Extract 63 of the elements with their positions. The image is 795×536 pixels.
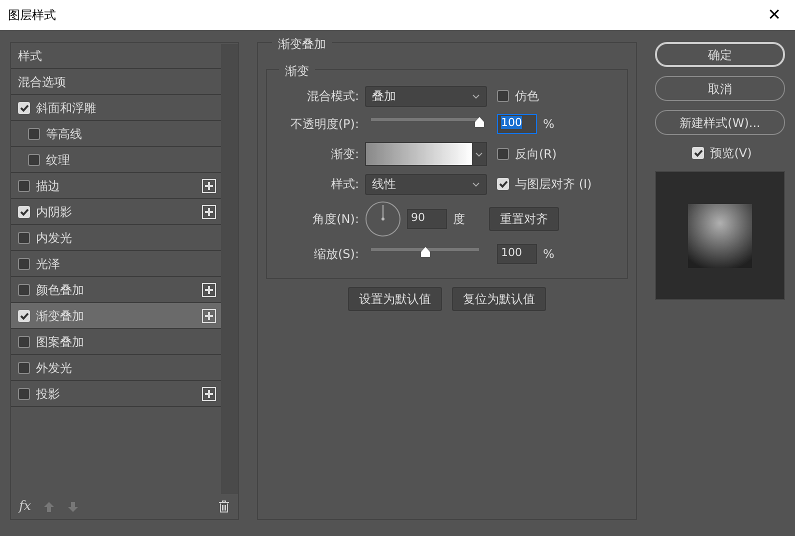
- style-list-item[interactable]: 等高线: [11, 121, 221, 147]
- chevron-down-icon: [472, 182, 480, 186]
- style-list-item[interactable]: 光泽: [11, 251, 221, 277]
- unit-label: %: [543, 246, 554, 263]
- chevron-down-icon: [475, 152, 483, 156]
- dialog-button[interactable]: 确定: [655, 42, 785, 67]
- style-list-item[interactable]: 内发光: [11, 225, 221, 251]
- unit-label: 度: [453, 211, 465, 228]
- style-list-item[interactable]: 图案叠加: [11, 329, 221, 355]
- checkbox[interactable]: [18, 362, 30, 374]
- checkbox[interactable]: [497, 148, 509, 160]
- slider-thumb[interactable]: [420, 247, 431, 257]
- add-icon[interactable]: [202, 386, 216, 400]
- checkbox[interactable]: [18, 336, 30, 348]
- gradient-picker[interactable]: [365, 142, 487, 166]
- chevron-down-icon: [472, 94, 480, 98]
- angle-dial[interactable]: [365, 201, 401, 237]
- number-field[interactable]: 90: [407, 209, 447, 229]
- add-icon[interactable]: [202, 178, 216, 192]
- dropdown[interactable]: 叠加: [365, 86, 487, 106]
- scrollbar[interactable]: [221, 44, 238, 494]
- dialog-button[interactable]: 新建样式(W)...: [655, 110, 785, 135]
- window-title: 图层样式: [8, 7, 56, 24]
- checkbox-label: 与图层对齐 (I): [515, 176, 592, 193]
- field-label: 不透明度(P):: [289, 116, 359, 133]
- number-field[interactable]: 100: [497, 114, 537, 134]
- checkbox[interactable]: [28, 128, 40, 140]
- checkbox-label: 预览(V): [710, 145, 752, 162]
- checkbox[interactable]: [18, 284, 30, 296]
- field-label: 缩放(S):: [312, 246, 359, 263]
- style-list-item[interactable]: 斜面和浮雕: [11, 95, 221, 121]
- checkbox[interactable]: [28, 154, 40, 166]
- number-field[interactable]: 100: [497, 244, 537, 264]
- style-list-item[interactable]: 渐变叠加: [11, 303, 221, 329]
- default-button[interactable]: 设置为默认值: [348, 287, 442, 311]
- style-list-item[interactable]: 外发光: [11, 355, 221, 381]
- field-label: 混合模式:: [306, 88, 359, 105]
- fx-button[interactable]: fx: [19, 496, 32, 516]
- default-button[interactable]: 复位为默认值: [452, 287, 546, 311]
- unit-label: %: [543, 116, 554, 133]
- dropdown[interactable]: 线性: [365, 174, 487, 194]
- style-list-item[interactable]: 投影: [11, 381, 221, 407]
- style-list-item[interactable]: 内阴影: [11, 199, 221, 225]
- field-label: 渐变:: [330, 146, 359, 163]
- checkbox[interactable]: [18, 180, 30, 192]
- checkbox[interactable]: [18, 232, 30, 244]
- add-icon[interactable]: [202, 204, 216, 218]
- add-icon[interactable]: [202, 282, 216, 296]
- checkbox[interactable]: [18, 388, 30, 400]
- field-label: 角度(N):: [312, 211, 359, 228]
- add-icon[interactable]: [202, 308, 216, 322]
- slider-thumb[interactable]: [474, 117, 485, 127]
- checkbox[interactable]: [18, 258, 30, 270]
- checkbox-label: 仿色: [515, 88, 539, 105]
- reset-alignment-button[interactable]: 重置对齐: [489, 207, 559, 231]
- style-list-item[interactable]: 描边: [11, 173, 221, 199]
- dialog-button[interactable]: 取消: [655, 76, 785, 101]
- field-label: 样式:: [330, 176, 359, 193]
- checkbox-label: 反向(R): [515, 146, 557, 163]
- trash-icon[interactable]: [218, 500, 230, 513]
- style-list-item[interactable]: 纹理: [11, 147, 221, 173]
- checkbox[interactable]: [497, 90, 509, 102]
- close-button[interactable]: ✕: [762, 3, 787, 27]
